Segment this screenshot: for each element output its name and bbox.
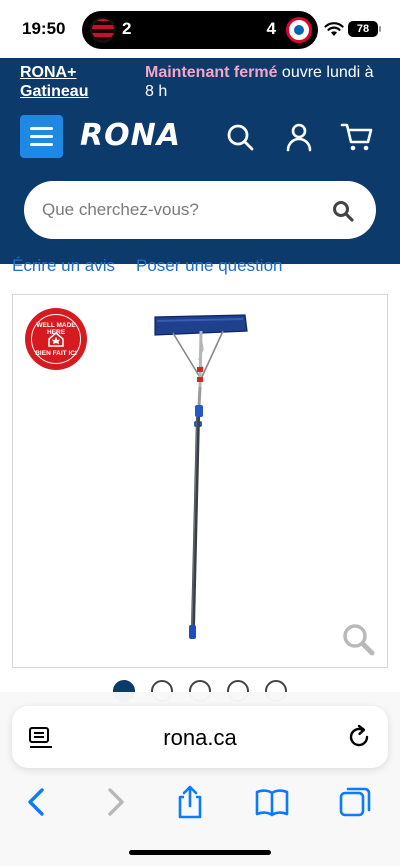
bayern-logo-icon: [286, 17, 312, 43]
made-here-badge: WELL MADE HERE BIEN FAIT ICI: [25, 308, 87, 370]
bookmarks-icon[interactable]: [254, 784, 290, 820]
live-activity-score[interactable]: 2 4: [82, 11, 318, 49]
account-icon[interactable]: [283, 121, 315, 153]
tabs-icon[interactable]: [338, 784, 374, 820]
maple-leaf-house-icon: [48, 332, 64, 347]
back-icon[interactable]: [18, 784, 54, 820]
url-text[interactable]: rona.ca: [12, 725, 388, 751]
store-hours: Maintenant fermé ouvre lundi à 8 h: [145, 63, 385, 101]
share-icon[interactable]: [172, 784, 208, 820]
menu-bar-icon: [30, 127, 53, 130]
wifi-icon: [324, 22, 344, 36]
snow-roof-rake-image: [154, 314, 248, 639]
zoom-icon[interactable]: [341, 622, 375, 656]
store-name-link[interactable]: RONA+ Gatineau: [20, 63, 130, 101]
rona-logo[interactable]: RONA: [80, 118, 181, 153]
menu-bar-icon: [30, 135, 53, 138]
site-header: RONA: [0, 104, 400, 264]
search-submit-icon[interactable]: [332, 200, 354, 222]
browser-toolbar: rona.ca: [0, 692, 400, 866]
search-box[interactable]: [24, 181, 376, 239]
battery-indicator: 78: [348, 21, 381, 37]
status-bar: 19:50 2 4 78: [0, 0, 400, 58]
status-time: 19:50: [22, 19, 66, 38]
score-left: 2: [122, 19, 132, 38]
flamengo-logo-icon: [90, 17, 116, 43]
search-input[interactable]: [42, 181, 332, 239]
forward-icon[interactable]: [98, 784, 134, 820]
store-banner: RONA+ Gatineau Maintenant fermé ouvre lu…: [0, 58, 400, 104]
ask-question-link[interactable]: Poser une question: [136, 256, 283, 276]
page: 19:50 2 4 78 RONA+ Gatineau Maintenant f…: [0, 0, 400, 866]
reload-icon[interactable]: [346, 724, 372, 750]
search-icon[interactable]: [224, 121, 256, 153]
address-bar[interactable]: rona.ca: [12, 706, 388, 768]
score-right: 4: [266, 19, 276, 38]
badge-bottom-text: BIEN FAIT ICI: [35, 350, 77, 357]
write-review-link[interactable]: Écrire un avis: [12, 256, 115, 276]
store-closed-label: Maintenant fermé: [145, 64, 278, 81]
menu-button[interactable]: [20, 115, 63, 158]
menu-bar-icon: [30, 143, 53, 146]
home-indicator[interactable]: [129, 850, 271, 855]
product-image-box[interactable]: WELL MADE HERE BIEN FAIT ICI: [12, 294, 388, 668]
review-links: Écrire un avis Poser une question: [0, 252, 400, 276]
cart-icon[interactable]: [340, 121, 374, 153]
